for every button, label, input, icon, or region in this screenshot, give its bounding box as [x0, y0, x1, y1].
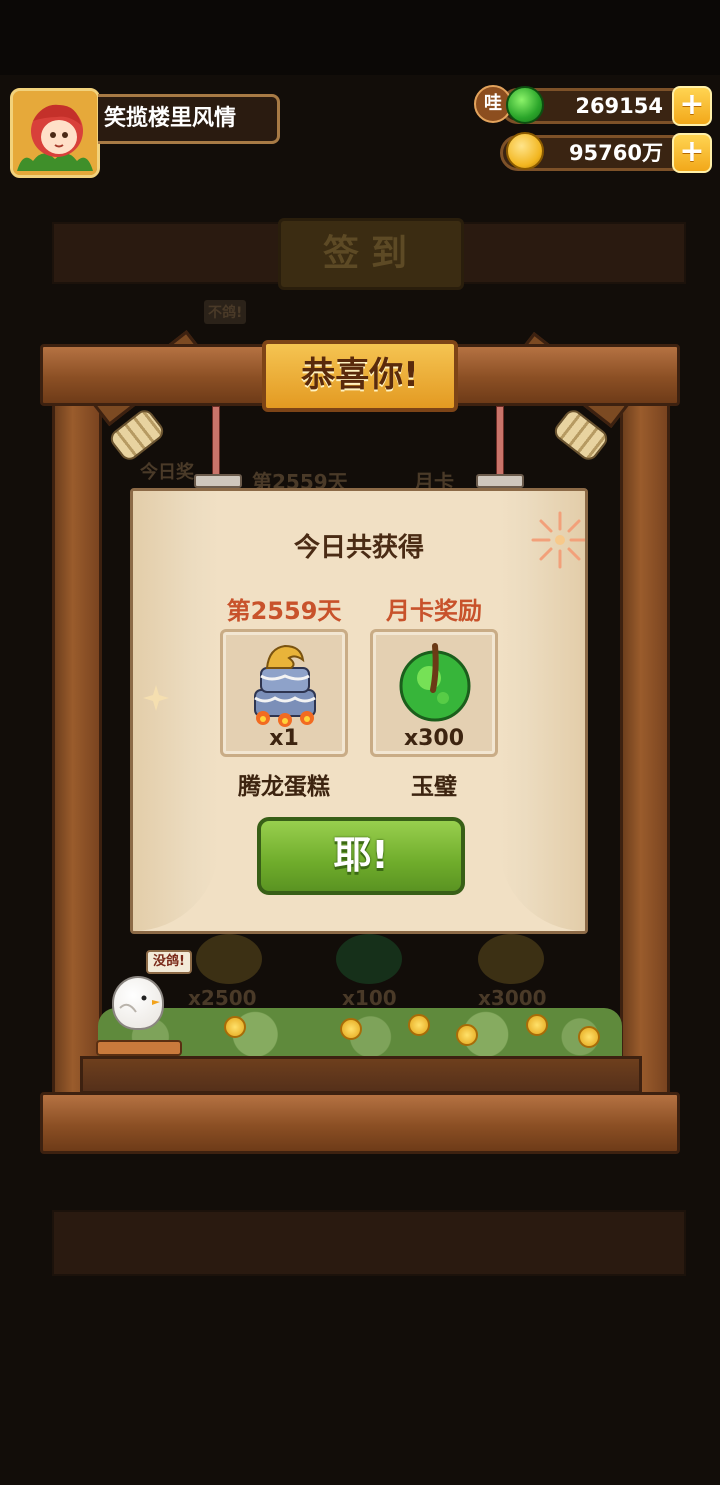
pigeon-mascot-icon[interactable]: [112, 976, 164, 1030]
hanging-string: [212, 406, 220, 484]
background-label: x2500: [188, 986, 257, 1010]
reward-slot[interactable]: x1: [220, 629, 348, 757]
reward-name: 玉璧: [411, 774, 457, 800]
background-base: [52, 1210, 686, 1276]
reward-slot[interactable]: x300: [370, 629, 498, 757]
flower-icon: [340, 1018, 362, 1040]
player-name: 笑揽楼里风情: [98, 94, 280, 144]
frame-post-left: [52, 400, 102, 1100]
flower-icon: [408, 1014, 430, 1036]
star-sparkle-icon: [143, 685, 169, 711]
flower-icon: [578, 1026, 600, 1048]
reward-label: 第2559天: [226, 597, 342, 625]
avatar-portrait-icon: [13, 91, 97, 175]
jade-currency-icon: [506, 86, 544, 124]
background-speech: 不鸽!: [204, 300, 247, 324]
congrats-banner: 恭喜你!: [262, 340, 458, 412]
jade-disc-icon: [399, 643, 471, 722]
background-jade-icon: [336, 934, 402, 984]
hanger-bracket: [194, 474, 242, 488]
background-coin-icon: [478, 934, 544, 984]
flower-icon: [224, 1016, 246, 1038]
reward-name: 腾龙蛋糕: [238, 774, 330, 800]
background-title: 签到: [278, 218, 464, 290]
mascot-speech-bubble: 没鸽!: [146, 950, 192, 974]
avatar[interactable]: [10, 88, 100, 178]
flower-icon: [526, 1014, 548, 1036]
background-coin-icon: [196, 934, 262, 984]
confirm-button[interactable]: 耶!: [257, 817, 465, 895]
popup-title: 今日共获得: [293, 533, 424, 563]
background-label: 今日奖: [140, 462, 194, 483]
gold-coin-icon: [506, 132, 544, 170]
frame-bottom-beam: [40, 1092, 680, 1154]
reward-quantity: x1: [269, 726, 299, 751]
reward-quantity: x300: [403, 726, 465, 751]
firework-sparkle-icon: [531, 511, 585, 569]
add-gold-button[interactable]: +: [672, 133, 712, 173]
background-label: x3000: [478, 986, 547, 1010]
perch-plank: [96, 1040, 182, 1056]
add-jade-button[interactable]: +: [672, 86, 712, 126]
reward-label: 月卡奖励: [386, 597, 482, 625]
frame-carved-rail: [80, 1056, 642, 1094]
reward-popup: 今日共获得 第2559天 x1 腾龙蛋糕 月卡奖励 x300 玉璧 耶!: [130, 488, 588, 934]
hanger-bracket: [476, 474, 524, 488]
frame-post-right: [620, 400, 670, 1100]
hanging-string: [496, 406, 504, 484]
dragon-cake-icon: [254, 644, 316, 727]
flower-icon: [456, 1024, 478, 1046]
background-label: x100: [342, 986, 397, 1010]
